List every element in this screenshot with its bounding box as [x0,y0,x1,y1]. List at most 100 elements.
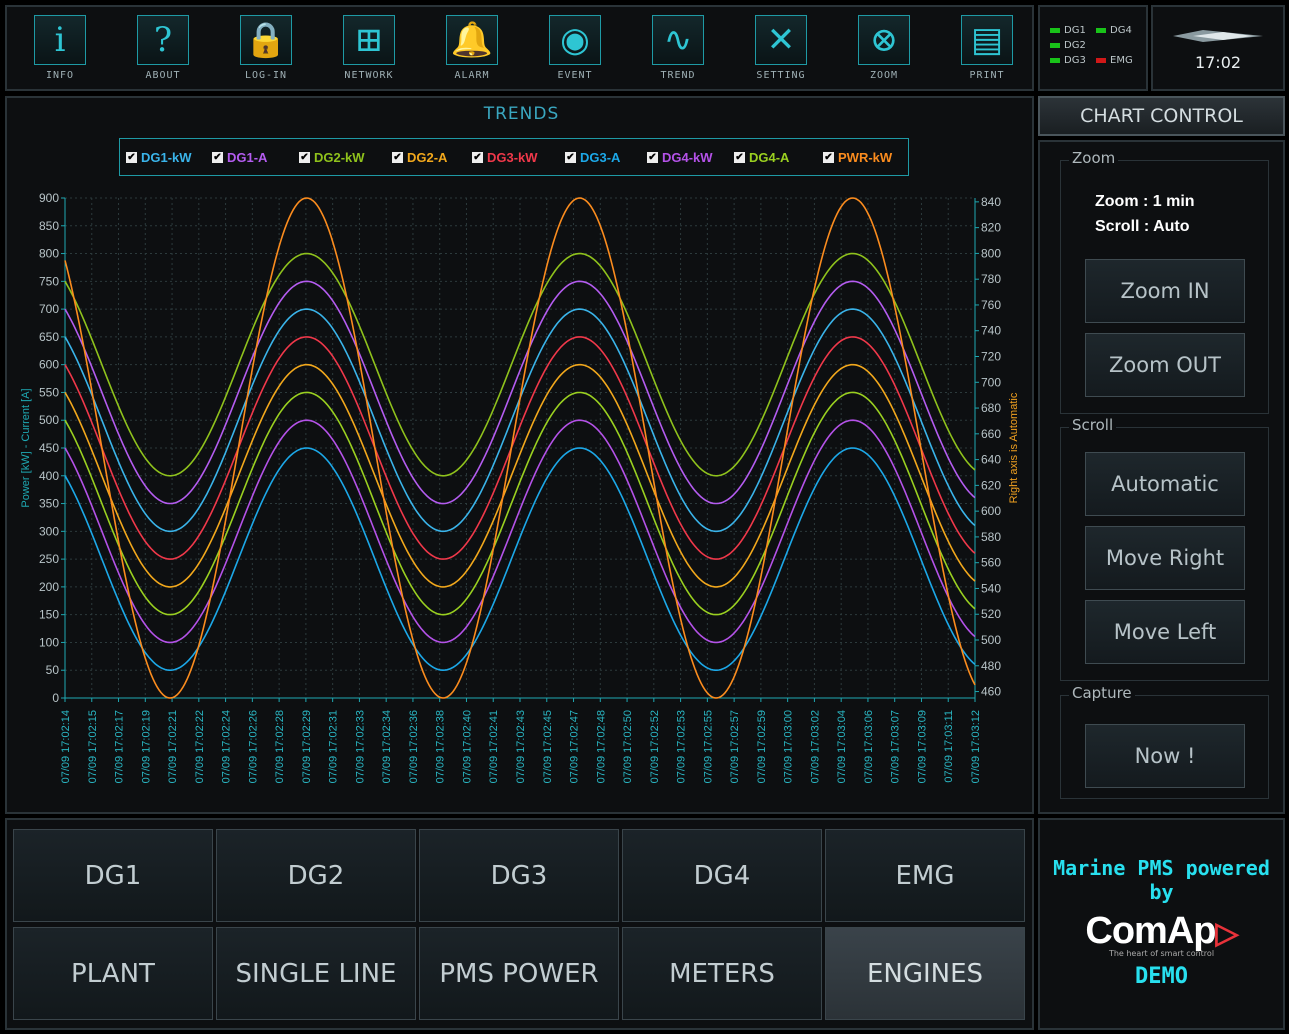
legend-checkbox[interactable]: ✔ [126,152,137,163]
nav-button-dg3[interactable]: DG3 [419,829,619,922]
trend-chart-panel: 0 50 100 150 200 250 300 350 400 450 500 550 600 650 7… [5,96,1034,814]
x-tick-label: 07/09 17:03:07 [890,710,902,783]
x-tick-label: 07/09 17:03:02 [809,710,821,783]
generator-status-panel: DG1 DG4 DG2 DG3 EMG [1038,5,1148,91]
toolbar-button-info[interactable]: i INFO [25,15,95,87]
y2-tick-label: 560 [981,556,1001,570]
y2-tick-label: 620 [981,478,1001,492]
nav-button-single-line[interactable]: SINGLE LINE [216,927,416,1020]
zoom-group: Zoom Zoom : 1 min Scroll : Auto Zoom IN … [1060,149,1269,414]
legend-label: DG1-A [227,150,268,165]
move-left-button[interactable]: Move Left [1085,600,1245,664]
x-tick-label: 07/09 17:02:36 [408,710,420,783]
legend-label: DG2-kW [314,150,365,165]
nav-button-dg2[interactable]: DG2 [216,829,416,922]
x-tick-label: 07/09 17:02:53 [676,710,688,783]
legend-item-dg2-kw[interactable]: ✔ DG2-kW [299,150,365,165]
demo-label: DEMO [1135,964,1188,989]
nav-button-plant[interactable]: PLANT [13,927,213,1020]
legend-label: DG3-kW [487,150,538,165]
zoom-info: Zoom : 1 min [1095,193,1195,210]
toolbar-button-log-in[interactable]: 🔒 LOG-IN [231,15,301,87]
move-right-button[interactable]: Move Right [1085,526,1245,590]
legend-item-dg3-kw[interactable]: ✔ DG3-kW [472,150,538,165]
y-tick-label: 550 [39,385,59,399]
status-dg4: DG4 [1096,25,1132,36]
comap-play-icon: ▷ [1215,917,1239,950]
toolbar-button-alarm[interactable]: 🔔 ALARM [437,15,507,87]
legend-checkbox[interactable]: ✔ [565,152,576,163]
toolbar-button-network[interactable]: ⊞ NETWORK [334,15,404,87]
y-tick-label: 50 [46,663,60,677]
y2-tick-label: 520 [981,607,1001,621]
x-tick-label: 07/09 17:02:34 [381,710,393,783]
whistle-icon: ◉ [549,15,601,65]
nav-button-pms-power[interactable]: PMS POWER [419,927,619,1020]
y2-tick-label: 740 [981,324,1001,338]
status-emg: EMG [1096,55,1133,66]
toolbar-button-event[interactable]: ◉ EVENT [540,15,610,87]
toolbar-button-trend[interactable]: ∿ TREND [643,15,713,87]
chart-title: TRENDS [483,104,560,124]
y2-tick-label: 660 [981,427,1001,441]
legend-checkbox[interactable]: ✔ [472,152,483,163]
toolbar-label: SETTING [756,70,806,81]
nav-button-meters[interactable]: METERS [622,927,822,1020]
legend-item-dg4-a[interactable]: ✔ DG4-A [734,150,789,165]
chart-control-header: CHART CONTROL [1038,96,1285,136]
toolbar-button-setting[interactable]: ✕ SETTING [746,15,816,87]
toolbar-label: ALARM [454,70,490,81]
x-tick-label: 07/09 17:02:57 [729,710,741,783]
legend-checkbox[interactable]: ✔ [823,152,834,163]
clock-time: 17:02 [1194,53,1242,72]
y2-tick-label: 840 [981,195,1001,209]
legend-item-dg1-kw[interactable]: ✔ DG1-kW [126,150,192,165]
legend-checkbox[interactable]: ✔ [647,152,658,163]
status-label: DG4 [1110,25,1132,36]
toolbar-button-about[interactable]: ? ABOUT [128,15,198,87]
legend-item-dg1-a[interactable]: ✔ DG1-A [212,150,267,165]
brand-panel: Marine PMS powered by ComAp▷ The heart o… [1038,818,1285,1030]
x-tick-label: 07/09 17:02:22 [194,710,206,783]
legend-label: DG3-A [580,150,621,165]
zoom-in-button[interactable]: Zoom IN [1085,259,1245,323]
x-tick-label: 07/09 17:02:52 [649,710,661,783]
nav-button-emg[interactable]: EMG [825,829,1025,922]
brand-line1: Marine PMS powered [1053,856,1270,880]
lock-icon: 🔒 [240,15,292,65]
zoom-out-button[interactable]: Zoom OUT [1085,333,1245,397]
x-tick-label: 07/09 17:02:29 [301,710,313,783]
legend-item-dg4-kw[interactable]: ✔ DG4-kW [647,150,713,165]
status-dg1: DG1 [1050,25,1086,36]
status-led [1050,58,1060,63]
main-toolbar: i INFO ? ABOUT 🔒 LOG-IN ⊞ NETWORK 🔔 ALARM ◉ EVENT ∿ T… [5,5,1034,91]
toolbar-button-zoom[interactable]: ⊗ ZOOM [849,15,919,87]
y2-tick-label: 760 [981,298,1001,312]
status-label: DG3 [1064,55,1086,66]
bell-icon: 🔔 [446,15,498,65]
toolbar-label: INFO [45,70,75,81]
y2-tick-label: 800 [981,246,1001,260]
capture-now-button[interactable]: Now ! [1085,724,1245,788]
legend-item-pwr-kw[interactable]: ✔ PWR-kW [823,150,892,165]
y-tick-label: 650 [39,330,59,344]
legend-checkbox[interactable]: ✔ [212,152,223,163]
legend-checkbox[interactable]: ✔ [299,152,310,163]
scroll-automatic-button[interactable]: Automatic [1085,452,1245,516]
legend-label: DG2-A [407,150,448,165]
nav-button-dg1[interactable]: DG1 [13,829,213,922]
nav-button-dg4[interactable]: DG4 [622,829,822,922]
toolbar-button-print[interactable]: ▤ PRINT [952,15,1022,87]
legend-checkbox[interactable]: ✔ [392,152,403,163]
legend-checkbox[interactable]: ✔ [734,152,745,163]
legend-item-dg2-a[interactable]: ✔ DG2-A [392,150,447,165]
toolbar-label: ZOOM [869,70,899,81]
scroll-group: Scroll Automatic Move Right Move Left [1060,416,1269,681]
nav-button-engines[interactable]: ENGINES [825,927,1025,1020]
toolbar-label: EVENT [557,70,593,81]
x-tick-label: 07/09 17:02:26 [247,710,259,783]
y-tick-label: 350 [39,497,59,511]
status-dg2: DG2 [1050,40,1086,51]
legend-item-dg3-a[interactable]: ✔ DG3-A [565,150,620,165]
bottom-navigation: DG1 DG2 DG3 DG4 EMG PLANT SINGLE LINE PMS POWER… [5,818,1034,1030]
